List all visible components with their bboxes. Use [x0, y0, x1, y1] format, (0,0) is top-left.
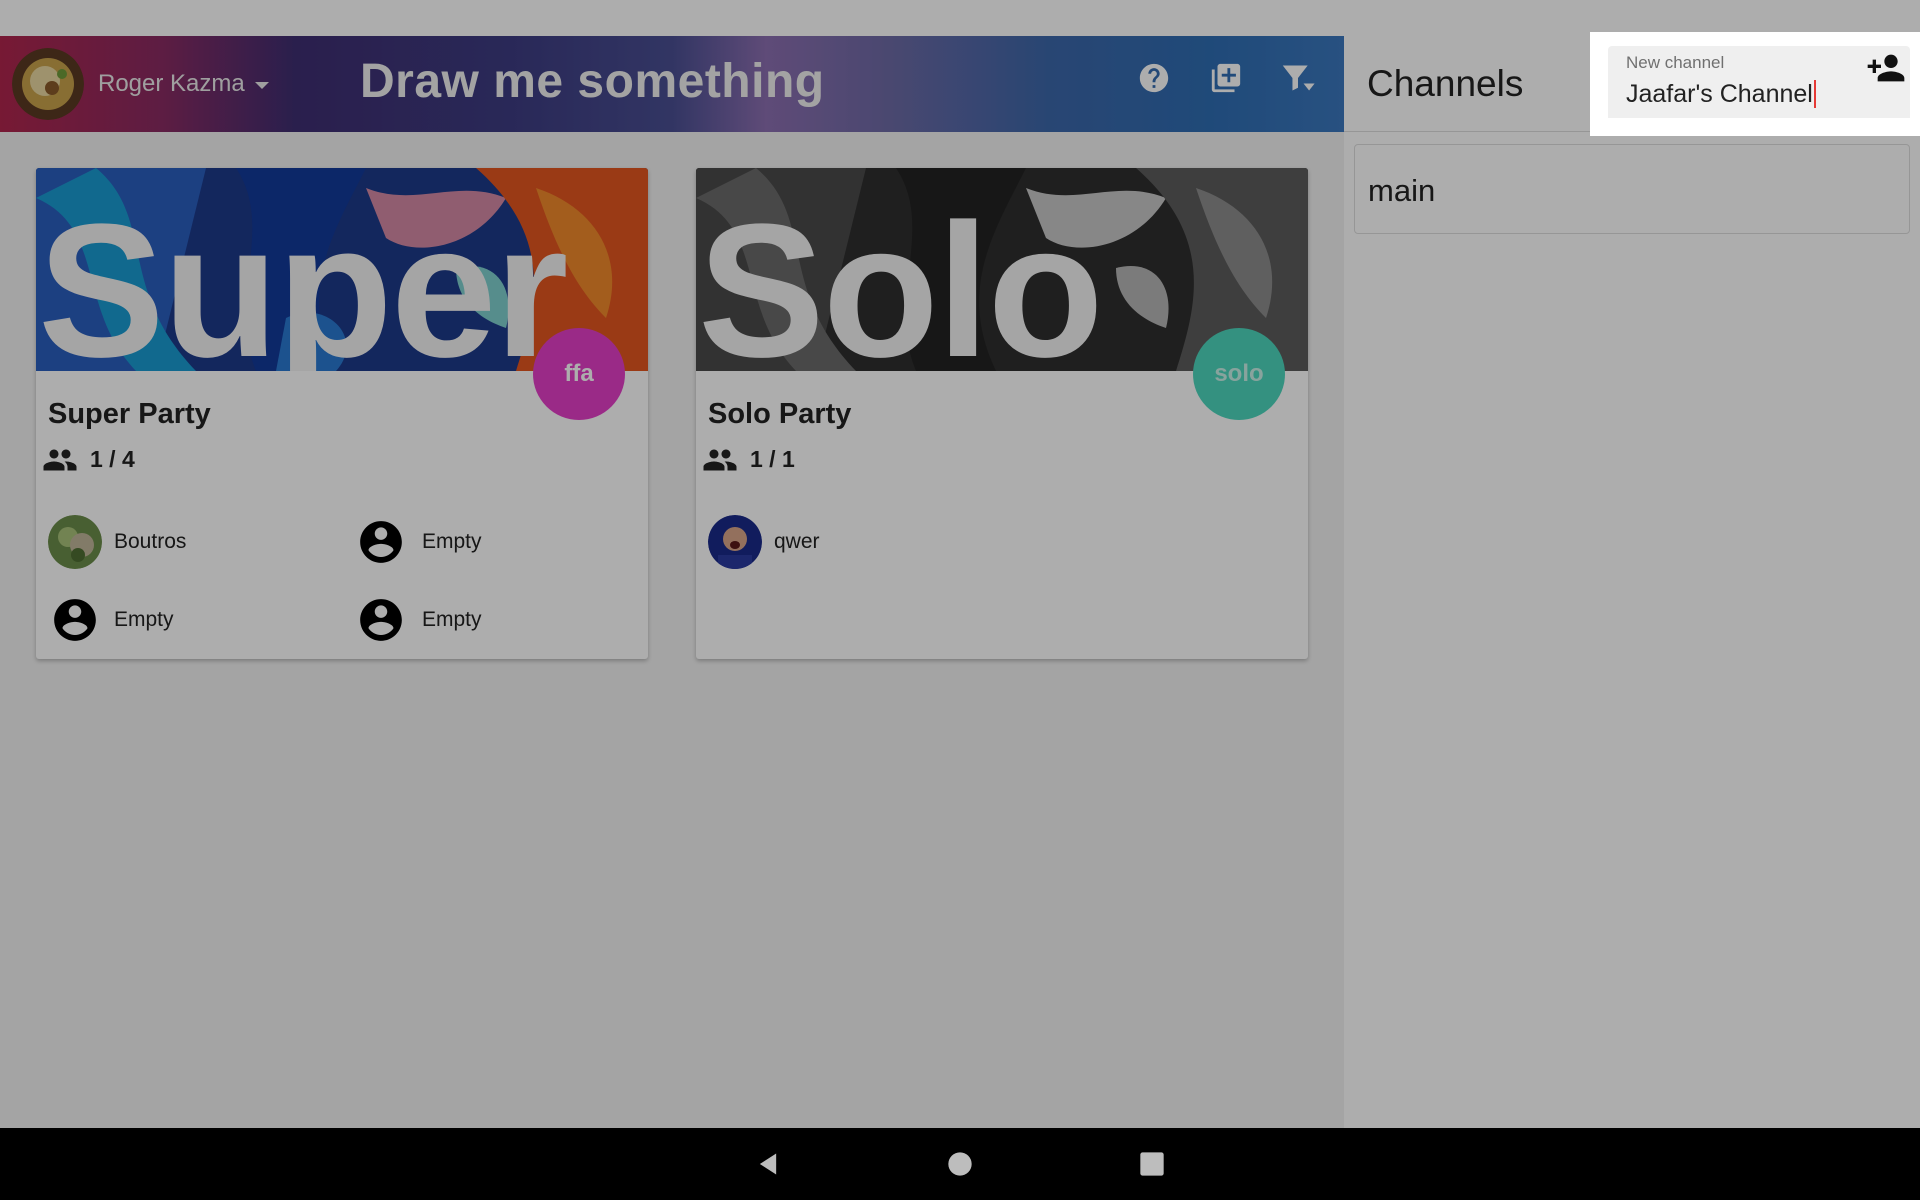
party-title: Super Party	[48, 398, 211, 430]
player-slot: Empty	[48, 593, 174, 647]
mode-badge: ffa	[533, 328, 625, 420]
new-channel-label: New channel	[1626, 53, 1725, 72]
user-avatar	[12, 48, 84, 120]
player-slot: Empty	[354, 515, 482, 569]
user-name: Roger Kazma	[98, 70, 245, 97]
channels-title: Channels	[1367, 63, 1524, 104]
account-circle-icon	[354, 593, 408, 647]
channels-panel: Channels main	[1344, 36, 1920, 1128]
banner-text: Solo	[698, 185, 1104, 371]
chevron-down-icon	[254, 81, 269, 89]
banner-text: Super	[38, 185, 568, 371]
player-count: 1 / 4	[42, 446, 135, 473]
text-cursor	[1813, 80, 1816, 108]
filter-icon[interactable]	[1280, 60, 1316, 96]
add-box-icon[interactable]	[1208, 60, 1244, 96]
channel-name: main	[1368, 173, 1436, 208]
system-nav-bar	[0, 1128, 1920, 1200]
player-avatar	[708, 515, 762, 569]
player-avatar	[48, 515, 102, 569]
new-channel-input[interactable]: New channel Jaafar's Channel	[1608, 46, 1910, 118]
add-channel-icon[interactable]	[1866, 53, 1906, 83]
player-count: 1 / 1	[702, 446, 795, 473]
party-card-solo[interactable]: Solo solo Solo Party 1 / 1 qwer	[696, 168, 1308, 659]
player-slot: qwer	[708, 515, 820, 569]
recents-icon[interactable]	[1134, 1146, 1170, 1182]
new-channel-popup: New channel Jaafar's Channel	[1590, 32, 1920, 136]
party-card-super[interactable]: Super ffa Super Party 1 / 4 Boutros Empt…	[36, 168, 648, 659]
app-header: Roger Kazma Draw me something	[0, 36, 1344, 132]
back-icon[interactable]	[750, 1146, 786, 1182]
player-slot: Empty	[354, 593, 482, 647]
new-channel-value: Jaafar's Channel	[1626, 80, 1813, 108]
app-title: Draw me something	[360, 55, 825, 108]
group-icon	[43, 449, 77, 470]
mode-badge: solo	[1193, 328, 1285, 420]
status-bar	[0, 0, 1920, 36]
account-circle-icon	[354, 515, 408, 569]
help-icon[interactable]	[1136, 60, 1172, 96]
group-icon	[703, 449, 737, 470]
party-title: Solo Party	[708, 398, 852, 430]
channel-item-main[interactable]: main	[1354, 144, 1910, 234]
home-icon[interactable]	[942, 1146, 978, 1182]
account-circle-icon	[48, 593, 102, 647]
profile-menu[interactable]: Roger Kazma	[12, 36, 269, 132]
player-slot: Boutros	[48, 515, 186, 569]
